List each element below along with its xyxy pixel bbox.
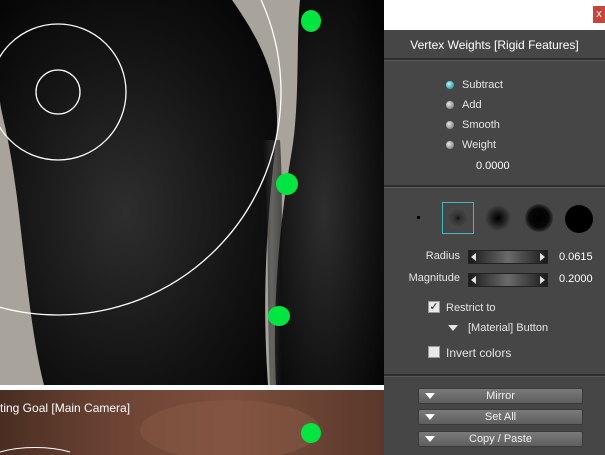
radius-label: Radius	[425, 250, 460, 262]
brush-tiny-icon[interactable]	[417, 216, 420, 219]
radius-slider[interactable]	[468, 250, 548, 264]
magnitude-slider[interactable]	[468, 273, 548, 287]
arrow-left-icon[interactable]	[471, 253, 476, 261]
copy-paste-button[interactable]: Copy / Paste	[418, 431, 583, 447]
magnitude-label: Magnitude	[408, 272, 460, 284]
garment-left	[0, 0, 277, 385]
mirror-button[interactable]: Mirror	[418, 388, 583, 404]
brush-medium-soft-icon[interactable]	[485, 205, 511, 231]
radius-value[interactable]: 0.0615	[559, 251, 593, 263]
restrict-label: Restrict to	[446, 302, 496, 314]
dropdown-arrow-icon	[425, 393, 435, 399]
arrow-right-icon[interactable]	[540, 253, 545, 261]
invert-colors-checkbox[interactable]	[428, 346, 440, 358]
panel-title: Vertex Weights [Rigid Features]	[410, 38, 579, 52]
material-dropdown[interactable]: [Material] Button	[448, 322, 548, 334]
viewport-camera-label: ting Goal [Main Camera]	[0, 401, 131, 415]
panel-top-bar	[384, 0, 605, 30]
mode-add[interactable]: Add	[446, 97, 482, 113]
brush-large-soft-icon[interactable]	[525, 204, 553, 232]
invert-colors-label: Invert colors	[446, 346, 512, 360]
weight-value[interactable]: 0.0000	[476, 160, 510, 172]
mode-smooth[interactable]: Smooth	[446, 117, 500, 133]
lower-scene	[0, 400, 321, 455]
mode-weight[interactable]: Weight	[446, 137, 496, 153]
radio-icon[interactable]	[446, 101, 454, 109]
main-viewport[interactable]: ting Goal [Main Camera]	[0, 0, 384, 455]
separator	[384, 374, 605, 377]
radio-icon[interactable]	[446, 141, 454, 149]
brush-hard-icon[interactable]	[565, 205, 593, 233]
arrow-right-icon[interactable]	[540, 276, 545, 284]
dropdown-arrow-icon	[425, 436, 435, 442]
marker-dot	[301, 10, 321, 32]
set-all-button[interactable]: Set All	[418, 409, 583, 425]
radio-icon[interactable]	[446, 121, 454, 129]
marker-dot	[276, 173, 298, 195]
scene-render	[0, 0, 384, 385]
close-button[interactable]: x	[593, 6, 605, 23]
brush-small-soft-icon[interactable]	[447, 207, 469, 229]
vertex-weights-panel: x Vertex Weights [Rigid Features] Subtra…	[384, 0, 605, 455]
separator	[384, 185, 605, 188]
mode-subtract[interactable]: Subtract	[446, 77, 503, 93]
dropdown-arrow-icon	[425, 414, 435, 420]
radio-selected-icon[interactable]	[446, 81, 454, 89]
marker-dot	[301, 423, 321, 443]
arrow-left-icon[interactable]	[471, 276, 476, 284]
magnitude-value[interactable]: 0.2000	[559, 273, 593, 285]
marker-dot	[268, 306, 290, 326]
checkmark-icon: ✓	[429, 301, 439, 313]
lower-viewport[interactable]: ting Goal [Main Camera]	[0, 390, 384, 455]
restrict-checkbox[interactable]: ✓	[428, 301, 440, 313]
separator	[384, 58, 605, 61]
dropdown-arrow-icon	[448, 325, 458, 331]
